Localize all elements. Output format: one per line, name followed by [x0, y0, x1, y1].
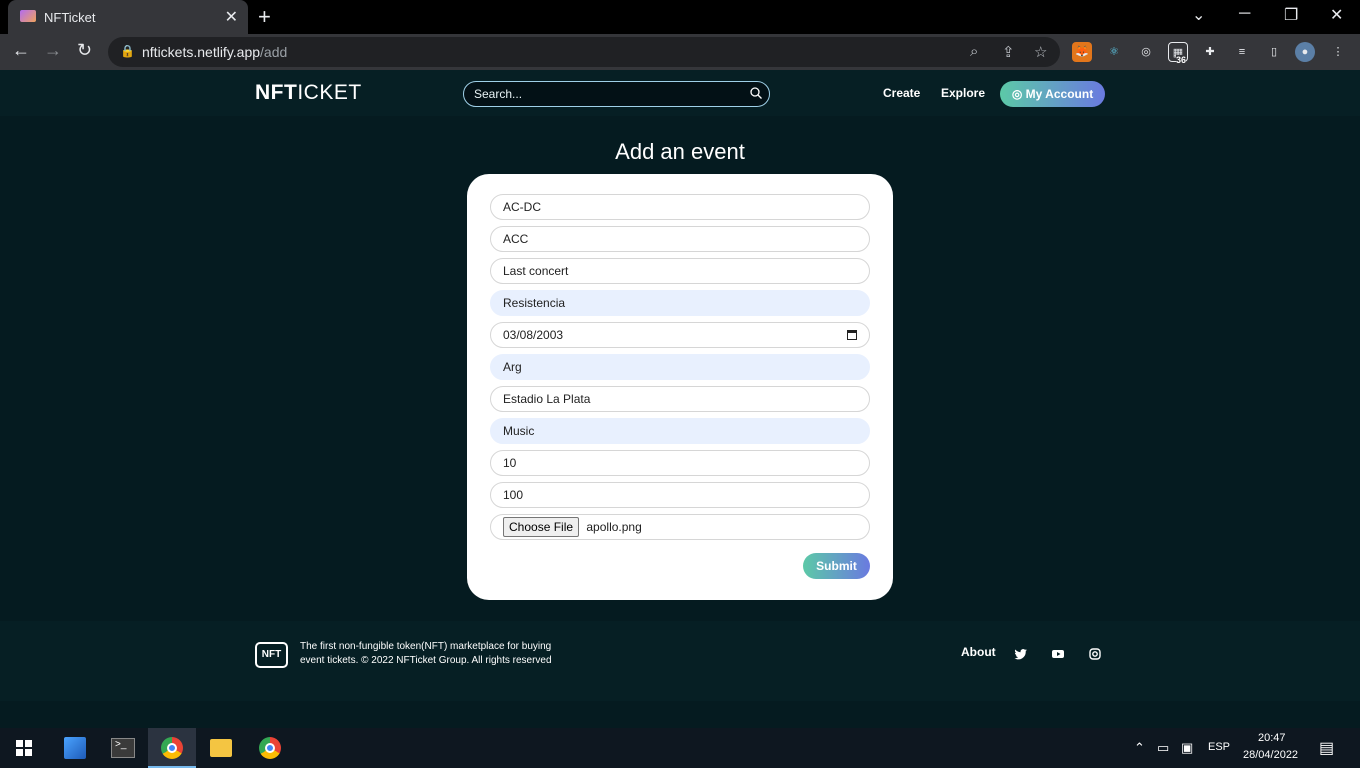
- page-title: Add an event: [615, 139, 745, 164]
- profile-avatar[interactable]: ●: [1295, 42, 1315, 62]
- reading-list-icon[interactable]: ≡: [1232, 42, 1252, 62]
- add-event-form: AC-DC ACC Last concert Resistencia 03/08…: [467, 174, 893, 600]
- search-input[interactable]: [463, 81, 770, 107]
- windows-taskbar: >_ ⌃ ▭ ▣ ESP 20:47 28/04/2022 ▤: [0, 728, 1360, 768]
- network-icon[interactable]: ▭: [1157, 740, 1169, 756]
- lock-icon: 🔒: [120, 44, 135, 58]
- footer-about-link[interactable]: About: [961, 645, 996, 659]
- battery-icon[interactable]: ▣: [1181, 740, 1193, 756]
- terminal-app-icon[interactable]: >_: [99, 728, 147, 768]
- browser-tab[interactable]: NFTicket ✕: [8, 0, 248, 34]
- user-circle-icon: ◎: [1011, 87, 1026, 101]
- choose-file-button[interactable]: Choose File: [503, 517, 580, 537]
- minimize-icon[interactable]: ─: [1239, 5, 1250, 23]
- address-bar[interactable]: 🔒 nftickets.netlify.app/add ⌕ ⇪ ☆: [108, 37, 1060, 67]
- photos-app-icon[interactable]: [51, 728, 99, 768]
- site-footer: NFT The first non-fungible token(NFT) ma…: [0, 621, 1360, 701]
- site-header: NFTICKET Create Explore ◎ My Account: [0, 70, 1360, 116]
- tab-title: NFTicket: [44, 10, 96, 25]
- event-name-field[interactable]: AC-DC: [490, 194, 870, 220]
- category-field[interactable]: Music: [490, 418, 870, 444]
- back-icon[interactable]: ←: [12, 40, 30, 61]
- city-field[interactable]: Resistencia: [490, 290, 870, 316]
- zoom-icon[interactable]: ⌕: [970, 43, 978, 60]
- search-icon[interactable]: [749, 86, 763, 100]
- side-panel-icon[interactable]: ▯: [1264, 42, 1284, 62]
- chrome-app-icon[interactable]: [246, 728, 294, 768]
- price-field[interactable]: 100: [490, 482, 870, 508]
- page: NFTICKET Create Explore ◎ My Account Add…: [0, 70, 1360, 728]
- chrome-dev-app-icon[interactable]: [148, 728, 196, 768]
- browser-tabbar: NFTicket ✕ + ⌄ ─ ❐ ✕: [0, 0, 1360, 34]
- clock-date[interactable]: 28/04/2022: [1243, 749, 1298, 761]
- browser-toolbar: ← → ↻ 🔒 nftickets.netlify.app/add ⌕ ⇪ ☆ …: [0, 34, 1360, 70]
- ticket-favicon-icon: [20, 10, 36, 22]
- clock-time[interactable]: 20:47: [1258, 732, 1286, 744]
- image-file-input: Choose File apollo.png: [490, 514, 870, 540]
- notifications-icon[interactable]: ▤: [1319, 738, 1334, 758]
- new-tab-icon[interactable]: +: [258, 4, 271, 30]
- forward-icon[interactable]: →: [44, 40, 62, 61]
- date-field[interactable]: 03/08/2003: [490, 322, 870, 348]
- ticket-count-field[interactable]: 10: [490, 450, 870, 476]
- site-logo[interactable]: NFTICKET: [255, 81, 362, 105]
- venue-field[interactable]: Estadio La Plata: [490, 386, 870, 412]
- share-icon[interactable]: ⇪: [1002, 43, 1015, 61]
- metamask-extension-icon[interactable]: 🦊: [1072, 42, 1092, 62]
- close-window-icon[interactable]: ✕: [1330, 5, 1343, 25]
- footer-logo: NFT: [255, 642, 288, 668]
- url-text: nftickets.netlify.app/add: [142, 44, 288, 60]
- submit-button[interactable]: Submit: [803, 553, 870, 579]
- bookmark-star-icon[interactable]: ☆: [1034, 43, 1047, 61]
- file-name: apollo.png: [586, 520, 642, 534]
- spy-extension-icon[interactable]: ◎: [1136, 42, 1156, 62]
- file-explorer-icon[interactable]: [197, 728, 245, 768]
- youtube-icon[interactable]: [1051, 647, 1065, 661]
- language-indicator[interactable]: ESP: [1208, 741, 1230, 753]
- description-field[interactable]: Last concert: [490, 258, 870, 284]
- react-devtools-icon[interactable]: ⚛: [1104, 42, 1124, 62]
- nav-explore-link[interactable]: Explore: [941, 86, 985, 100]
- artist-field[interactable]: ACC: [490, 226, 870, 252]
- extensions-puzzle-icon[interactable]: ✚: [1200, 42, 1220, 62]
- instagram-icon[interactable]: [1088, 647, 1102, 661]
- close-tab-icon[interactable]: ✕: [225, 7, 238, 27]
- windows-start-icon[interactable]: [16, 740, 32, 756]
- reload-icon[interactable]: ↻: [77, 40, 92, 61]
- restore-icon[interactable]: ❐: [1284, 5, 1298, 25]
- nav-create-link[interactable]: Create: [883, 86, 920, 100]
- calendar-icon[interactable]: [847, 330, 857, 340]
- twitter-icon[interactable]: [1014, 647, 1028, 661]
- my-account-button[interactable]: ◎ My Account: [1000, 81, 1105, 107]
- chevron-up-icon[interactable]: ⌃: [1134, 740, 1145, 756]
- more-menu-icon[interactable]: ⋮: [1328, 42, 1348, 62]
- tab-search-icon[interactable]: ⌄: [1192, 5, 1205, 25]
- extension-badge: 36: [1176, 55, 1187, 65]
- footer-description: The first non-fungible token(NFT) market…: [300, 641, 552, 666]
- country-field[interactable]: Arg: [490, 354, 870, 380]
